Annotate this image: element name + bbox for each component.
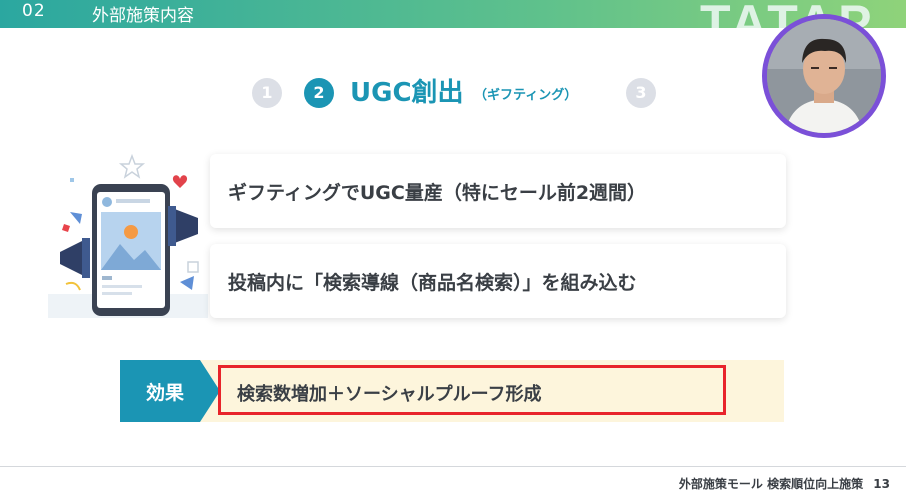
footer: 外部施策モール 検索順位向上施策 13 [679, 475, 890, 492]
effect-text: 検索数増加＋ソーシャルプルーフ形成 [237, 384, 542, 405]
step-indicator: 1 2 UGC創出 （ギフティング） 3 [252, 76, 662, 110]
footer-divider [0, 466, 906, 467]
gifting-ugc-text: ギフティングでUGC量産（特にセール前2週間） [228, 182, 647, 204]
section-title: 外部施策内容 [92, 6, 194, 26]
header-bar: 02 外部施策内容 TATAP [0, 0, 906, 28]
smartphone-social-illustration [48, 153, 208, 318]
effect-highlight-box: 検索数増加＋ソーシャルプルーフ形成 [218, 365, 726, 415]
gifting-ugc-card: ギフティングでUGC量産（特にセール前2週間） [210, 154, 786, 228]
step-2-badge: 2 [304, 78, 334, 108]
footer-title: 外部施策モール 検索順位向上施策 [678, 477, 864, 491]
effect-label: 効果 [146, 382, 185, 404]
presenter-image [767, 19, 881, 133]
section-number: 02 [22, 1, 46, 21]
search-path-card: 投稿内に「検索導線（商品名検索）」を組み込む [210, 244, 786, 318]
presenter-avatar [762, 14, 886, 138]
page-number: 13 [873, 477, 890, 491]
search-path-text: 投稿内に「検索導線（商品名検索）」を組み込む [228, 272, 637, 294]
step-1-badge: 1 [252, 78, 282, 108]
step-title: UGC創出 [350, 78, 464, 108]
effect-label-badge: 効果 [120, 360, 220, 422]
step-3-badge: 3 [626, 78, 656, 108]
step-subtitle: （ギフティング） [474, 88, 578, 103]
